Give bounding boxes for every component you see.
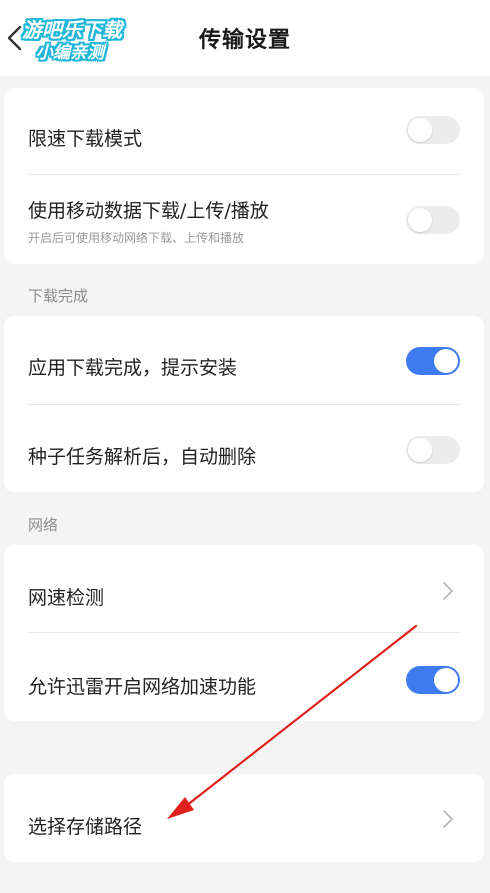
install-prompt-label: 应用下载完成，提示安装 — [28, 357, 238, 379]
chevron-right-icon — [443, 810, 453, 828]
limit-speed-toggle[interactable] — [406, 116, 460, 144]
chevron-right-icon — [443, 582, 453, 600]
install-prompt-toggle[interactable] — [406, 347, 460, 375]
section-title-download-complete: 下载完成 — [28, 287, 89, 305]
speed-settings-card: 限速下载模式 使用移动数据下载/上传/播放 开启后可使用移动网络下载、上传和播放 — [4, 88, 484, 264]
network-accel-label: 允许迅雷开启网络加速功能 — [28, 676, 257, 698]
section-title-network: 网络 — [28, 516, 59, 534]
toggle-knob — [434, 349, 458, 373]
network-card: 网速检测 允许迅雷开启网络加速功能 — [4, 545, 484, 721]
mobile-data-label: 使用移动数据下载/上传/播放 — [28, 200, 269, 222]
toggle-knob — [408, 118, 432, 142]
speed-test-label: 网速检测 — [28, 587, 105, 609]
top-bar: 游吧乐下载 小编亲测 传输设置 — [0, 0, 490, 76]
mobile-data-row[interactable]: 使用移动数据下载/上传/播放 开启后可使用移动网络下载、上传和播放 — [4, 176, 484, 264]
download-complete-card: 应用下载完成，提示安装 种子任务解析后，自动删除 — [4, 316, 484, 492]
limit-speed-row[interactable]: 限速下载模式 — [4, 88, 484, 176]
storage-path-label: 选择存储路径 — [28, 816, 143, 838]
torrent-delete-label: 种子任务解析后，自动删除 — [28, 446, 257, 468]
limit-speed-label: 限速下载模式 — [28, 128, 143, 150]
mobile-data-sublabel: 开启后可使用移动网络下载、上传和播放 — [28, 231, 245, 245]
toggle-knob — [408, 208, 432, 232]
page-title: 传输设置 — [198, 28, 291, 53]
torrent-delete-toggle[interactable] — [406, 436, 460, 464]
toggle-knob — [434, 668, 458, 692]
torrent-delete-row[interactable]: 种子任务解析后，自动删除 — [4, 404, 484, 492]
install-prompt-row[interactable]: 应用下载完成，提示安装 — [4, 316, 484, 404]
speed-test-row[interactable]: 网速检测 — [4, 545, 484, 633]
toggle-knob — [408, 438, 432, 462]
divider — [28, 174, 460, 175]
mobile-data-toggle[interactable] — [406, 206, 460, 234]
storage-path-row[interactable]: 选择存储路径 — [4, 774, 484, 862]
storage-card: 选择存储路径 — [4, 774, 484, 862]
network-accel-toggle[interactable] — [406, 666, 460, 694]
network-accel-row[interactable]: 允许迅雷开启网络加速功能 — [4, 633, 484, 721]
